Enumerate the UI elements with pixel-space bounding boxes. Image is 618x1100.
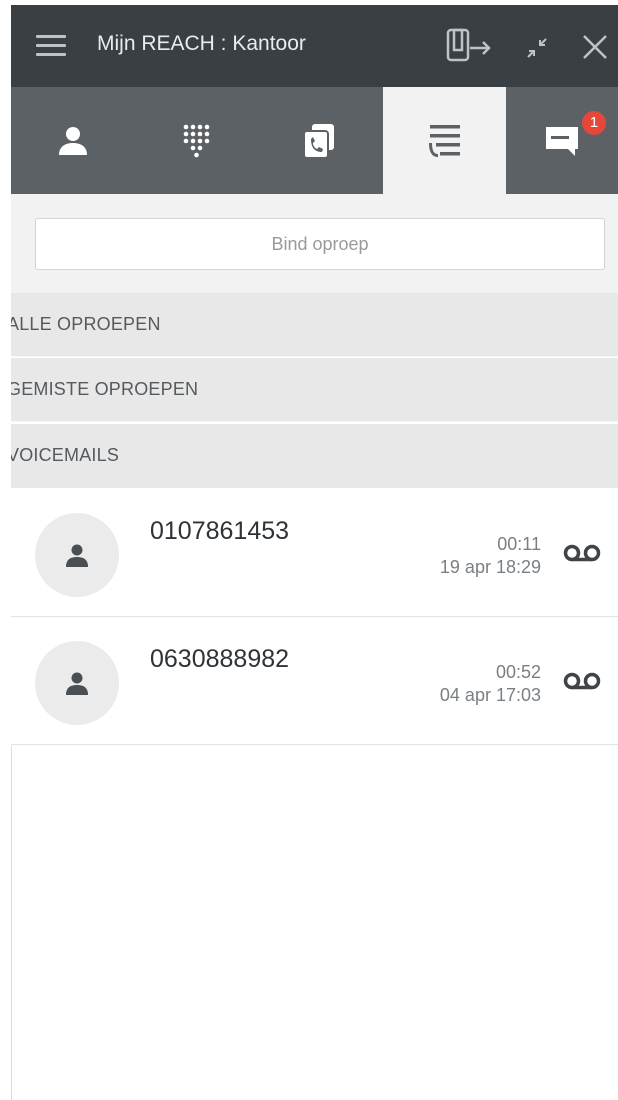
transfer-device-icon[interactable] [445, 27, 495, 68]
avatar [35, 513, 119, 597]
call-row[interactable]: 0630888982 00:52 04 apr 17:03 [11, 618, 618, 745]
voicemail-icon[interactable] [562, 671, 602, 696]
close-icon[interactable] [582, 34, 608, 65]
dialpad-icon [183, 124, 209, 157]
title-bar: Mijn REACH : Kantoor [11, 5, 618, 87]
minimize-icon[interactable] [524, 35, 550, 66]
tab-history[interactable] [383, 87, 506, 194]
tab-dialpad[interactable] [134, 87, 257, 194]
tab-contacts[interactable] [11, 87, 134, 194]
caller-number: 0107861453 [150, 517, 290, 545]
voicemail-icon[interactable] [562, 543, 602, 568]
tab-calls[interactable] [257, 87, 380, 194]
filter-label: ALLE OPROEPEN [11, 314, 161, 334]
app-window: Mijn REACH : Kantoor 1 Bind oproep ALLE … [11, 5, 618, 1100]
filter-all-calls[interactable]: ALLE OPROEPEN [11, 293, 618, 357]
caller-number: 0630888982 [150, 645, 290, 673]
divider [11, 746, 12, 1100]
menu-icon[interactable] [36, 35, 66, 57]
person-icon [66, 672, 88, 695]
tab-messages[interactable]: 1 [506, 87, 618, 194]
call-history-icon [428, 124, 460, 157]
filter-label: VOICEMAILS [11, 445, 120, 465]
window-title: Mijn REACH : Kantoor [97, 32, 306, 55]
call-datetime: 04 apr 17:03 [439, 685, 541, 705]
tab-bar: 1 [11, 87, 618, 194]
person-icon [58, 126, 87, 155]
person-icon [66, 544, 88, 567]
search-area [11, 194, 618, 293]
filter-voicemails[interactable]: VOICEMAILS [11, 424, 618, 488]
call-datetime: 19 apr 18:29 [439, 557, 541, 577]
chat-icon [546, 126, 578, 156]
unread-badge: 1 [582, 111, 606, 135]
call-row[interactable]: 0107861453 00:11 19 apr 18:29 [11, 490, 618, 617]
avatar [35, 641, 119, 725]
call-duration: 00:52 [495, 662, 541, 682]
phone-copy-icon [302, 123, 334, 159]
call-duration: 00:11 [497, 534, 541, 554]
filter-missed-calls[interactable]: GEMISTE OPROEPEN [11, 358, 618, 422]
filter-label: GEMISTE OPROEPEN [11, 379, 199, 399]
search-input[interactable] [35, 218, 605, 270]
